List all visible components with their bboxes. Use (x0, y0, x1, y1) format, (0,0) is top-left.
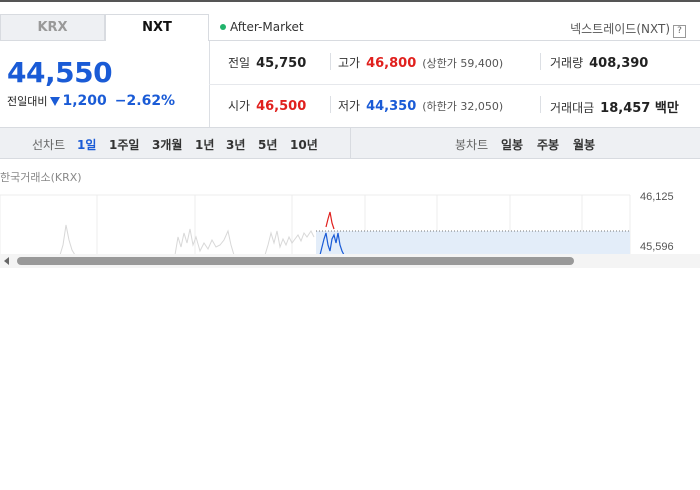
top-border (0, 0, 700, 2)
krx-history-line (264, 230, 315, 255)
divider (540, 96, 541, 113)
down-triangle-icon (50, 97, 61, 106)
line-chart-title: 선차트 (32, 138, 66, 152)
stat-label: 전일 (228, 56, 251, 70)
stat-value: 44,350 (366, 99, 417, 114)
tab-nxt[interactable]: NXT (105, 14, 209, 41)
nxt-exchange-label: 넥스트레이드(NXT)? (570, 20, 686, 38)
tab-baseline (209, 40, 700, 41)
candle-daily[interactable]: 일봉 (501, 136, 523, 153)
stat-prev-close: 전일 45,750 (228, 54, 306, 71)
horizontal-scrollbar[interactable] (0, 254, 700, 268)
help-icon[interactable]: ? (673, 25, 686, 38)
divider (350, 128, 351, 158)
candle-chart-title: 봉차트 (455, 138, 489, 152)
after-market-status: After-Market (220, 20, 304, 34)
stat-high: 고가 46,800 (상한가 59,400) (338, 54, 503, 71)
divider (330, 53, 331, 70)
price-chart: 46,125 45,596 (0, 191, 674, 255)
stat-low: 저가 44,350 (하한가 32,050) (338, 97, 503, 114)
period-1d[interactable]: 1일 (77, 136, 96, 153)
stat-label: 시가 (228, 99, 251, 113)
lower-limit: (하한가 32,050) (422, 100, 504, 113)
candle-weekly[interactable]: 주봉 (537, 136, 559, 153)
change-label: 전일대비 (7, 95, 48, 108)
stat-value: 408,390 (589, 56, 649, 71)
exchange-label: 한국거래소(KRX) (0, 171, 82, 184)
krx-history-line (174, 228, 235, 255)
period-1y[interactable]: 1년 (195, 136, 214, 153)
stat-value: 46,500 (256, 99, 307, 114)
stat-label: 거래대금 (550, 101, 595, 115)
stat-amount: 거래대금 18,457 백만 (550, 97, 679, 116)
change-percent: −2.62% (114, 93, 176, 109)
change-amount: 1,200 (62, 93, 107, 109)
axis-tick-mid: 45,596 (640, 241, 674, 253)
below-prev-close-area (316, 231, 630, 255)
period-3m[interactable]: 3개월 (152, 136, 182, 153)
stat-open: 시가 46,500 (228, 97, 306, 114)
period-1w[interactable]: 1주일 (109, 136, 139, 153)
axis-tick-top: 46,125 (640, 191, 674, 203)
divider (330, 96, 331, 113)
period-10y[interactable]: 10년 (290, 136, 318, 153)
divider (209, 84, 700, 85)
scrollbar-thumb[interactable] (17, 257, 574, 265)
candle-monthly[interactable]: 월봉 (573, 136, 595, 153)
period-3y[interactable]: 3년 (226, 136, 245, 153)
stat-value: 46,800 (366, 56, 417, 71)
stat-value: 45,750 (256, 56, 307, 71)
stat-label: 저가 (338, 99, 361, 113)
current-price: 44,550 (7, 56, 113, 89)
tab-krx[interactable]: KRX (0, 14, 105, 41)
after-market-label: After-Market (230, 20, 304, 34)
price-change: 전일대비 1,200 −2.62% (7, 93, 175, 109)
krx-history-line (59, 224, 76, 255)
nxt-up-line (325, 211, 335, 230)
scroll-left-arrow-icon[interactable] (4, 257, 9, 265)
nxt-exchange-text: 넥스트레이드(NXT) (570, 22, 670, 36)
period-5y[interactable]: 5년 (258, 136, 277, 153)
chart-control-bar: 선차트 1일 1주일 3개월 1년 3년 5년 10년 봉차트 일봉 주봉 월봉 (0, 127, 700, 159)
divider (540, 53, 541, 70)
stat-volume: 거래량 408,390 (550, 54, 648, 71)
stat-label: 고가 (338, 56, 361, 70)
stat-label: 거래량 (550, 56, 584, 70)
stat-value: 18,457 백만 (600, 101, 679, 116)
upper-limit: (상한가 59,400) (422, 57, 504, 70)
status-dot-icon (220, 24, 226, 30)
